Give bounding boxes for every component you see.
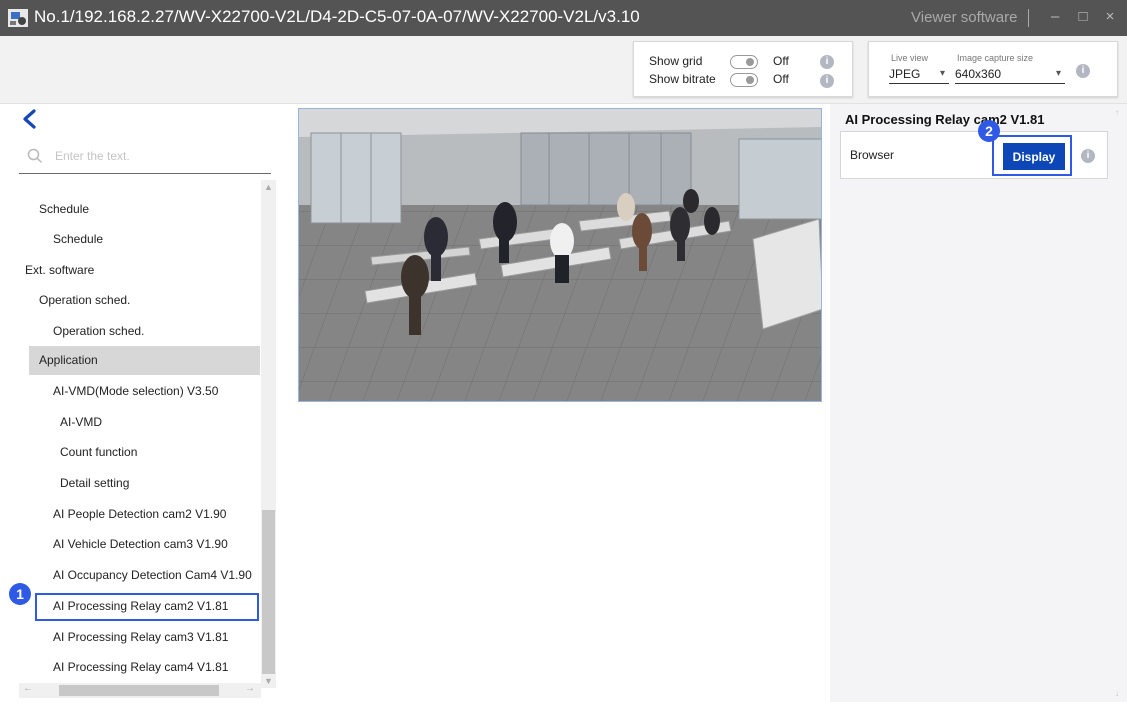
step2-highlight [992, 135, 1072, 176]
step1-badge: 1 [9, 583, 31, 605]
tree-item-ai-vehicle-detection[interactable]: AI Vehicle Detection cam3 V1.90 [19, 532, 259, 556]
title-separator [1028, 9, 1029, 27]
panel-title: AI Processing Relay cam2 V1.81 [845, 112, 1045, 127]
horizontal-scroll-thumb[interactable] [59, 685, 219, 696]
capture-options-panel: Live view Image capture size JPEG ▾ 640x… [868, 41, 1118, 97]
scroll-right-icon[interactable]: → [245, 683, 255, 694]
search-input[interactable] [53, 148, 253, 164]
scroll-down-icon[interactable]: ▼ [264, 676, 273, 686]
show-bitrate-info-icon[interactable]: i [820, 74, 834, 88]
tree-vertical-scrollbar[interactable]: ▲ ▼ [261, 180, 276, 688]
search-field [19, 142, 271, 174]
maximize-button[interactable]: □ [1074, 8, 1092, 25]
tree-item-ai-processing-relay-cam4[interactable]: AI Processing Relay cam4 V1.81 [19, 655, 259, 679]
show-grid-value: Off [773, 54, 789, 68]
panel-scrollbar[interactable]: ↑ ↓ [1115, 108, 1125, 698]
tree-item-ai-people-detection[interactable]: AI People Detection cam2 V1.90 [19, 502, 259, 526]
tree-item-schedule[interactable]: Schedule [19, 197, 259, 221]
capture-size-value: 640x360 [955, 67, 1002, 81]
show-grid-info-icon[interactable]: i [820, 55, 834, 69]
settings-sidebar: Schedule Schedule Ext. software Operatio… [0, 104, 282, 702]
tree-item-detail-setting[interactable]: Detail setting [19, 471, 259, 495]
tree-item-ai-vmd-mode[interactable]: AI-VMD(Mode selection) V3.50 [19, 379, 259, 403]
close-button[interactable]: × [1101, 8, 1119, 25]
back-arrow-icon[interactable] [19, 108, 41, 130]
browser-info-icon[interactable]: i [1081, 149, 1095, 163]
search-icon [27, 148, 43, 164]
tree-item-ext-software[interactable]: Ext. software [19, 258, 259, 282]
app-name: Viewer software [911, 9, 1018, 26]
tree-item-application[interactable]: Application [29, 346, 260, 375]
show-bitrate-value: Off [773, 72, 789, 86]
scroll-down-icon[interactable]: ↓ [1115, 689, 1119, 698]
show-bitrate-label: Show bitrate [649, 72, 716, 86]
title-bar: No.1/192.168.2.27/WV-X22700-V2L/D4-2D-C5… [0, 0, 1127, 36]
tree-item-ai-processing-relay-cam3[interactable]: AI Processing Relay cam3 V1.81 [19, 625, 259, 649]
tree-item-operation-sched[interactable]: Operation sched. [19, 288, 259, 312]
live-view-area [282, 104, 830, 702]
vertical-scroll-thumb[interactable] [262, 510, 275, 674]
display-options-panel: Show grid Off i Show bitrate Off i [633, 41, 853, 97]
live-view-select[interactable]: JPEG ▾ [889, 67, 949, 84]
tree-item-schedule-sub[interactable]: Schedule [19, 227, 259, 251]
show-grid-label: Show grid [649, 54, 703, 68]
show-bitrate-toggle[interactable] [730, 73, 758, 87]
capture-size-select[interactable]: 640x360 ▾ [955, 67, 1065, 84]
live-view-label: Live view [891, 53, 929, 63]
scroll-left-icon[interactable]: ← [23, 683, 33, 694]
scroll-up-icon[interactable]: ↑ [1115, 108, 1119, 117]
show-grid-toggle[interactable] [730, 55, 758, 69]
tree-horizontal-scrollbar[interactable]: ← → [19, 683, 261, 698]
capture-size-label: Image capture size [957, 53, 1034, 63]
capture-info-icon[interactable]: i [1076, 64, 1090, 78]
minimize-button[interactable]: – [1046, 8, 1064, 25]
browser-label: Browser [850, 148, 895, 162]
chevron-down-icon: ▾ [1055, 68, 1061, 79]
tree-item-ai-vmd[interactable]: AI-VMD [19, 410, 259, 434]
tree-item-operation-sched-sub[interactable]: Operation sched. [19, 319, 259, 343]
tree-item-ai-occupancy-detection[interactable]: AI Occupancy Detection Cam4 V1.90 [19, 563, 259, 587]
chevron-down-icon: ▾ [939, 68, 945, 79]
app-settings-panel: AI Processing Relay cam2 V1.81 Browser D… [830, 104, 1127, 702]
live-view-value: JPEG [889, 67, 921, 81]
toolbar: Show grid Off i Show bitrate Off i Live … [0, 36, 1127, 104]
scroll-up-icon[interactable]: ▲ [264, 182, 273, 192]
tree-item-count-function[interactable]: Count function [19, 440, 259, 464]
camera-image[interactable] [298, 108, 822, 402]
step1-highlight [35, 593, 259, 621]
step2-badge: 2 [978, 120, 1000, 142]
app-icon [8, 9, 28, 27]
window-title: No.1/192.168.2.27/WV-X22700-V2L/D4-2D-C5… [34, 7, 640, 26]
